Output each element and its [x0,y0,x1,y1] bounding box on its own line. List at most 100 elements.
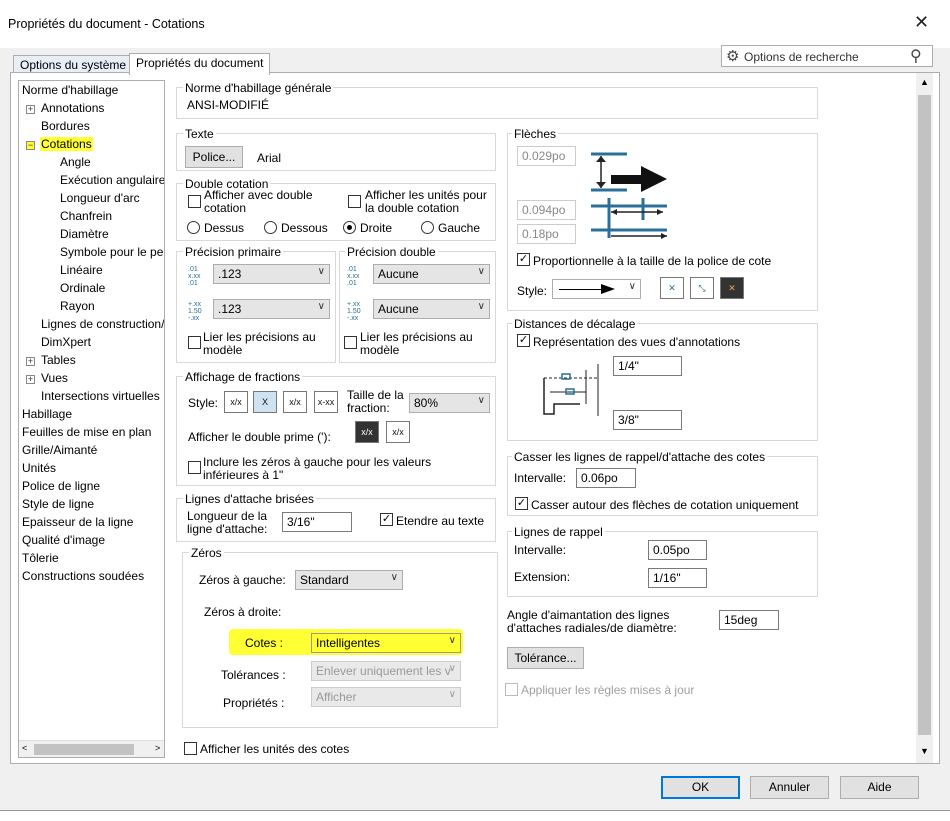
double-prime-on-icon[interactable]: x/x [355,421,379,443]
collapse-icon[interactable]: − [26,141,35,150]
offset-input-2[interactable]: 3/8" [613,410,682,430]
tolerance-precision-icon: +.xx 1.50 -.xx [347,301,361,322]
fraction-style-linear-icon[interactable]: x-xx [314,391,338,413]
link-precision-checkbox[interactable] [188,336,201,349]
show-units-checkbox[interactable] [184,742,197,755]
arrow-height-input[interactable]: 0.029po [517,146,576,166]
primary-precision-select-1[interactable]: .123 ∨ [213,264,330,284]
proportional-checkbox[interactable]: ✓ [517,253,530,266]
cotes-select[interactable]: Intelligentes ∨ [311,633,461,653]
tree-item[interactable]: Linéaire [60,263,103,277]
tree-item[interactable]: Tables [41,353,76,367]
leading-zeros-select[interactable]: Standard ∨ [295,570,403,590]
ok-button[interactable]: OK [661,776,740,799]
help-button[interactable]: Aide [840,776,919,799]
scroll-left-icon[interactable]: < [22,743,27,753]
tree-item[interactable]: Feuilles de mise en plan [22,425,151,439]
tree-item[interactable]: DimXpert [41,335,91,349]
tab-system-options[interactable]: Options du système [13,55,134,73]
break-interval-input[interactable]: 0.06po [576,468,636,488]
chevron-down-icon: ∨ [448,635,456,646]
tree-item[interactable]: Qualité d'image [22,533,105,547]
scroll-down-icon[interactable]: ▼ [920,746,929,756]
leading-zeros-checkbox[interactable] [188,461,201,474]
radio-gauche[interactable] [421,221,434,234]
radio-dessus[interactable] [187,221,200,234]
double-prime-off-icon[interactable]: x/x [386,421,410,443]
dual-precision-select-1[interactable]: Aucune ∨ [373,264,490,284]
tree-item[interactable]: Style de ligne [22,497,94,511]
select-value: .123 [218,302,242,316]
radio-droite[interactable] [343,221,356,234]
tree-item[interactable]: Annotations [41,101,104,115]
close-icon[interactable]: ✕ [914,12,929,33]
tree-item[interactable]: Police de ligne [22,479,100,493]
radio-dessous[interactable] [264,221,277,234]
tree-item[interactable]: Ordinale [60,281,105,295]
tree-item[interactable]: Habillage [22,407,72,421]
tolerance-precision-icon: +.xx 1.50 -.xx [188,301,202,322]
search-options[interactable]: ⚙ Options de recherche ⚲ [721,45,933,67]
arrow-style-select[interactable]: ∨ [552,279,641,299]
extend-text-checkbox[interactable]: ✓ [380,513,393,526]
fraction-style-stacked-bar-icon[interactable]: X [253,391,277,413]
tree-item[interactable]: Diamètre [60,227,109,241]
arrow-outside-icon[interactable]: ✕ [660,277,684,299]
leader-length-input[interactable]: 3/16" [282,512,352,532]
tree-item[interactable]: Intersections virtuelles [41,389,160,403]
tolerance-button[interactable]: Tolérance... [507,647,584,669]
tree-item[interactable]: Chanfrein [60,209,112,223]
tree-item[interactable]: Bordures [41,119,90,133]
snap-angle-input[interactable]: 15deg [719,610,779,630]
arrow-inside-icon[interactable]: ⤡ [690,277,714,299]
tree-item[interactable]: Rayon [60,299,95,313]
cancel-button[interactable]: Annuler [750,776,829,799]
annotation-view-checkbox[interactable]: ✓ [517,334,530,347]
fraction-size-label: Taille de la fraction: [347,388,404,415]
tree-horizontal-scrollbar[interactable]: < > [19,740,164,757]
expand-icon[interactable]: + [26,375,35,384]
tree-item[interactable]: Angle [60,155,91,169]
font-button[interactable]: Police... [185,146,243,168]
dual-units-checkbox[interactable] [348,195,361,208]
arrow-width-input[interactable]: 0.094po [517,200,576,220]
properties-select[interactable]: Afficher ∨ [311,687,461,707]
tolerances-select[interactable]: Enlever uniquement les v ∨ [311,661,461,681]
tree-item[interactable]: Lignes de construction/ [41,317,164,331]
offset-input-1[interactable]: 1/4" [613,356,682,376]
tree-item[interactable]: Tôlerie [22,551,59,565]
extension-length-input[interactable]: 1/16" [648,568,707,588]
vertical-scrollbar[interactable]: ▲ ▼ [916,73,933,763]
scroll-thumb[interactable] [34,744,134,755]
fraction-style-diagonal-icon[interactable]: x/x [283,391,307,413]
search-icon[interactable]: ⚲ [910,46,922,66]
fraction-size-select[interactable]: 80% ∨ [409,393,490,413]
dual-precision-select-2[interactable]: Aucune ∨ [373,299,490,319]
arrow-length-input[interactable]: 0.18po [517,224,576,244]
apply-rules-checkbox[interactable] [505,683,518,696]
primary-precision-select-2[interactable]: .123 ∨ [213,299,330,319]
scroll-thumb[interactable] [918,95,931,735]
show-dual-checkbox[interactable] [188,195,201,208]
scroll-up-icon[interactable]: ▲ [920,77,929,87]
expand-icon[interactable]: + [26,357,35,366]
extension-interval-input[interactable]: 0.05po [648,540,707,560]
fraction-style-stacked-icon[interactable]: x/x [224,391,248,413]
tree-item[interactable]: Unités [22,461,56,475]
tree-item[interactable]: Constructions soudées [22,569,144,583]
break-arrows-checkbox[interactable]: ✓ [515,497,528,510]
tree-item[interactable]: Norme d'habillage [22,83,118,97]
tree-item-cotations[interactable]: Cotations [40,137,93,151]
tree-item[interactable]: Vues [41,371,68,385]
arrow-smart-icon[interactable]: ✕ [720,277,744,299]
tree-item[interactable]: Epaisseur de la ligne [22,515,133,529]
scroll-right-icon[interactable]: > [155,743,160,753]
tree-item[interactable]: Grille/Aimanté [22,443,97,457]
precision-icon: .01 x.xx .01 [188,266,201,287]
tree-item[interactable]: Longueur d'arc [60,191,140,205]
expand-icon[interactable]: + [26,105,35,114]
tab-document-properties[interactable]: Propriétés du document [129,53,271,75]
link-dual-precision-checkbox[interactable] [344,336,357,349]
tree-item[interactable]: Symbole pour le perçage [60,245,164,259]
tree-item[interactable]: Exécution angulaire [60,173,164,187]
